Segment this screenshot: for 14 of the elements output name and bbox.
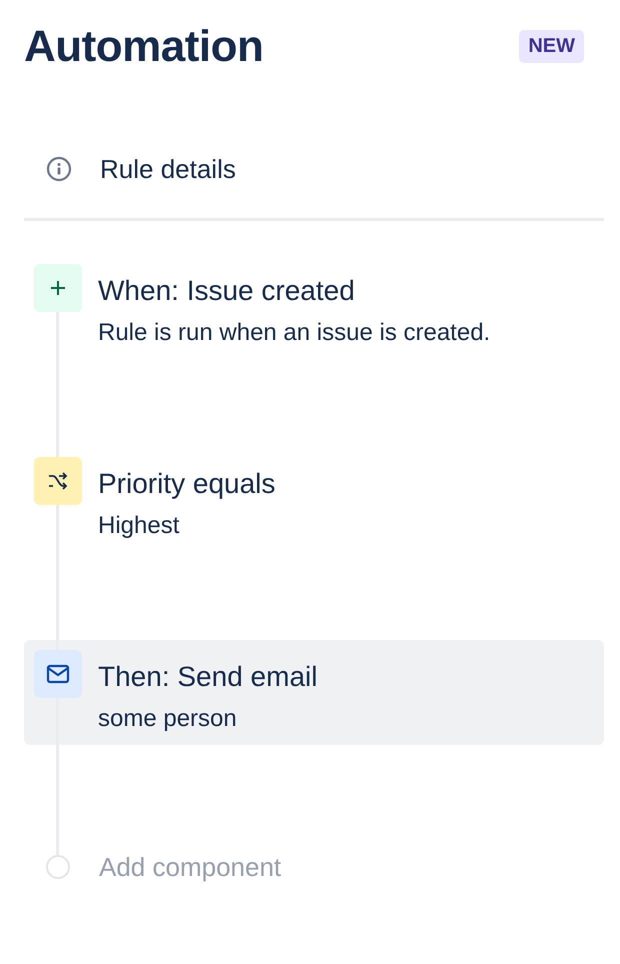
component-title: Then: Send email [98,660,318,694]
plus-icon [34,264,82,312]
component-card[interactable]: Then: Send email some person [24,640,604,745]
rule-details-link[interactable]: Rule details [100,154,236,184]
page-title: Automation [24,21,264,73]
component-title: Priority equals [98,467,276,501]
component-description: Highest [98,511,180,541]
new-badge: NEW [519,30,584,62]
component-description: some person [98,704,238,734]
component-title: When: Issue created [98,274,356,308]
envelope-icon [34,650,82,698]
info-icon [46,156,72,182]
shuffle-icon [34,457,82,505]
component-description: Rule is run when an issue is created. [98,318,490,348]
